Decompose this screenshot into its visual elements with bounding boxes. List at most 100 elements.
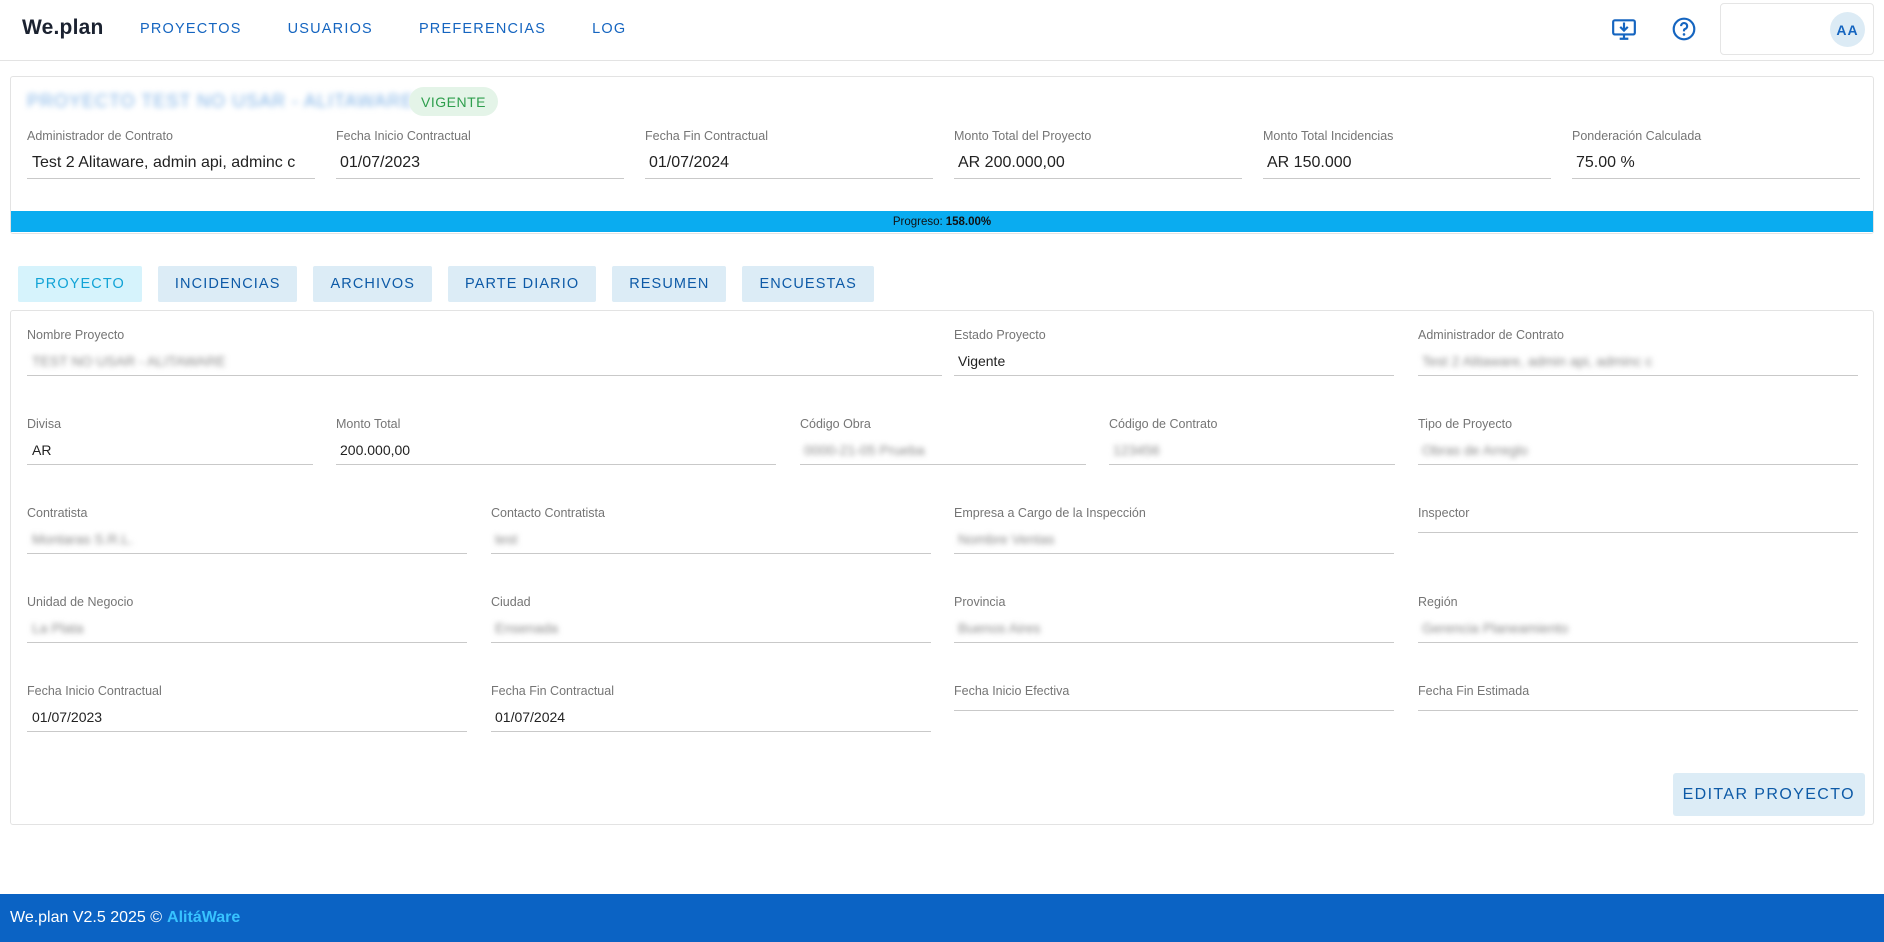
summary-incidents-amount-field: Monto Total Incidencias AR 150.000	[1263, 129, 1551, 179]
project-title: PROYECTO TEST NO USAR - ALITAWARE	[27, 91, 415, 111]
unidad-negocio-value: La Plata	[32, 620, 84, 636]
summary-end-date-label: Fecha Fin Contractual	[645, 129, 768, 143]
summary-end-date-field: Fecha Fin Contractual 01/07/2024	[645, 129, 933, 179]
summary-weight-label: Ponderación Calculada	[1572, 129, 1702, 143]
tab-archivos[interactable]: ARCHIVOS	[313, 266, 433, 302]
status-badge: VIGENTE	[409, 87, 498, 116]
progress-label: Progreso:	[892, 215, 943, 228]
project-tabs: PROYECTO INCIDENCIAS ARCHIVOS PARTE DIAR…	[18, 266, 890, 302]
tab-resumen[interactable]: RESUMEN	[612, 266, 727, 302]
fecha-fin-contractual-label: Fecha Fin Contractual	[491, 684, 614, 698]
summary-total-amount-field: Monto Total del Proyecto AR 200.000,00	[954, 129, 1242, 179]
help-circle-icon[interactable]	[1671, 16, 1697, 42]
provincia-field: Provincia Buenos Aires	[954, 578, 1394, 643]
summary-incidents-amount-value: AR 150.000	[1267, 154, 1352, 171]
monto-total-field: Monto Total 200.000,00	[336, 400, 776, 465]
monto-total-label: Monto Total	[336, 417, 401, 431]
codigo-obra-field: Código Obra 0000-21-05 Prueba	[800, 400, 1086, 465]
tipo-proyecto-value: Obras de Arreglo	[1422, 442, 1528, 458]
fecha-inicio-efectiva-field: Fecha Inicio Efectiva	[954, 667, 1394, 711]
nombre-proyecto-value: TEST NO USAR - ALITAWARE	[32, 353, 226, 369]
contratista-value: Montaras S.R.L.	[32, 531, 134, 547]
administrador-contrato-value: Test 2 Alitaware, admin api, adminc c	[1422, 353, 1653, 369]
nav-usuarios[interactable]: USUARIOS	[288, 21, 373, 37]
progress-bar: Progreso: 158.00%	[11, 211, 1873, 232]
tab-parte-diario[interactable]: PARTE DIARIO	[448, 266, 597, 302]
estado-proyecto-value: Vigente	[958, 353, 1006, 369]
tab-encuestas[interactable]: ENCUESTAS	[742, 266, 874, 302]
empresa-inspeccion-value: Nombre Ventas	[958, 531, 1055, 547]
nombre-proyecto-label: Nombre Proyecto	[27, 328, 125, 342]
app-logo[interactable]: We.plan	[22, 16, 104, 40]
provincia-value: Buenos Aires	[958, 620, 1041, 636]
provincia-label: Provincia	[954, 595, 1006, 609]
download-monitor-icon[interactable]	[1611, 16, 1637, 42]
estado-proyecto-label: Estado Proyecto	[954, 328, 1046, 342]
unidad-negocio-field: Unidad de Negocio La Plata	[27, 578, 467, 643]
summary-admin-field: Administrador de Contrato Test 2 Alitawa…	[27, 129, 315, 179]
nombre-proyecto-field: Nombre Proyecto TEST NO USAR - ALITAWARE	[27, 311, 942, 376]
user-menu[interactable]: AA	[1720, 3, 1874, 55]
summary-total-amount-value: AR 200.000,00	[958, 154, 1065, 171]
codigo-contrato-value: 123456	[1113, 442, 1160, 458]
fecha-fin-estimada-field: Fecha Fin Estimada	[1418, 667, 1858, 711]
avatar[interactable]: AA	[1830, 12, 1865, 47]
contacto-contratista-label: Contacto Contratista	[491, 506, 605, 520]
ciudad-label: Ciudad	[491, 595, 531, 609]
summary-total-amount-label: Monto Total del Proyecto	[954, 129, 1092, 143]
edit-project-button[interactable]: EDITAR PROYECTO	[1672, 773, 1865, 816]
tab-proyecto[interactable]: PROYECTO	[18, 266, 142, 302]
codigo-contrato-label: Código de Contrato	[1109, 417, 1218, 431]
summary-start-date-field: Fecha Inicio Contractual 01/07/2023	[336, 129, 624, 179]
footer: We.plan V2.5 2025 © AlitáWare	[0, 894, 1884, 942]
nav-preferencias[interactable]: PREFERENCIAS	[419, 21, 546, 37]
summary-admin-label: Administrador de Contrato	[27, 129, 173, 143]
estado-proyecto-field: Estado Proyecto Vigente	[954, 311, 1394, 376]
summary-start-date-value: 01/07/2023	[340, 154, 421, 171]
top-navbar: We.plan PROYECTOS USUARIOS PREFERENCIAS …	[0, 0, 1884, 61]
footer-brand-link[interactable]: AlitáWare	[167, 909, 240, 927]
codigo-obra-value: 0000-21-05 Prueba	[804, 442, 925, 458]
fecha-inicio-contractual-value: 01/07/2023	[32, 709, 103, 725]
ciudad-field: Ciudad Ensenada	[491, 578, 931, 643]
summary-weight-value: 75.00 %	[1576, 154, 1635, 171]
contratista-field: Contratista Montaras S.R.L.	[27, 489, 467, 554]
empresa-inspeccion-field: Empresa a Cargo de la Inspección Nombre …	[954, 489, 1394, 554]
nav-proyectos[interactable]: PROYECTOS	[140, 21, 242, 37]
region-field: Región Gerencia Planeamiento	[1418, 578, 1858, 643]
contratista-label: Contratista	[27, 506, 88, 520]
monto-total-value: 200.000,00	[340, 442, 411, 458]
fecha-fin-contractual-value: 01/07/2024	[495, 709, 566, 725]
project-summary-card: PROYECTO TEST NO USAR - ALITAWARE VIGENT…	[10, 76, 1874, 234]
codigo-obra-label: Código Obra	[800, 417, 871, 431]
nav-log[interactable]: LOG	[592, 21, 626, 37]
divisa-label: Divisa	[27, 417, 62, 431]
inspector-label: Inspector	[1418, 506, 1470, 520]
administrador-contrato-field: Administrador de Contrato Test 2 Alitawa…	[1418, 311, 1858, 376]
project-detail-card: Nombre Proyecto TEST NO USAR - ALITAWARE…	[10, 310, 1874, 825]
summary-admin-value: Test 2 Alitaware, admin api, adminc c	[32, 154, 296, 171]
fecha-fin-estimada-label: Fecha Fin Estimada	[1418, 684, 1530, 698]
summary-end-date-value: 01/07/2024	[649, 154, 730, 171]
divisa-field: Divisa AR	[27, 400, 313, 465]
ciudad-value: Ensenada	[495, 620, 559, 636]
tipo-proyecto-label: Tipo de Proyecto	[1418, 417, 1513, 431]
region-label: Región	[1418, 595, 1458, 609]
footer-text: We.plan V2.5 2025 ©	[10, 909, 163, 926]
fecha-inicio-contractual-field: Fecha Inicio Contractual 01/07/2023	[27, 667, 467, 732]
fecha-inicio-efectiva-label: Fecha Inicio Efectiva	[954, 684, 1070, 698]
summary-start-date-label: Fecha Inicio Contractual	[336, 129, 471, 143]
contacto-contratista-field: Contacto Contratista test	[491, 489, 931, 554]
inspector-field: Inspector	[1418, 489, 1858, 533]
administrador-contrato-label: Administrador de Contrato	[1418, 328, 1564, 342]
tab-incidencias[interactable]: INCIDENCIAS	[157, 266, 298, 302]
summary-weight-field: Ponderación Calculada 75.00 %	[1572, 129, 1860, 179]
empresa-inspeccion-label: Empresa a Cargo de la Inspección	[954, 506, 1146, 520]
codigo-contrato-field: Código de Contrato 123456	[1109, 400, 1395, 465]
fecha-inicio-contractual-label: Fecha Inicio Contractual	[27, 684, 162, 698]
fecha-fin-contractual-field: Fecha Fin Contractual 01/07/2024	[491, 667, 931, 732]
region-value: Gerencia Planeamiento	[1422, 620, 1569, 636]
contacto-contratista-value: test	[495, 531, 518, 547]
unidad-negocio-label: Unidad de Negocio	[27, 595, 134, 609]
main-nav: PROYECTOS USUARIOS PREFERENCIAS LOG	[140, 0, 672, 58]
